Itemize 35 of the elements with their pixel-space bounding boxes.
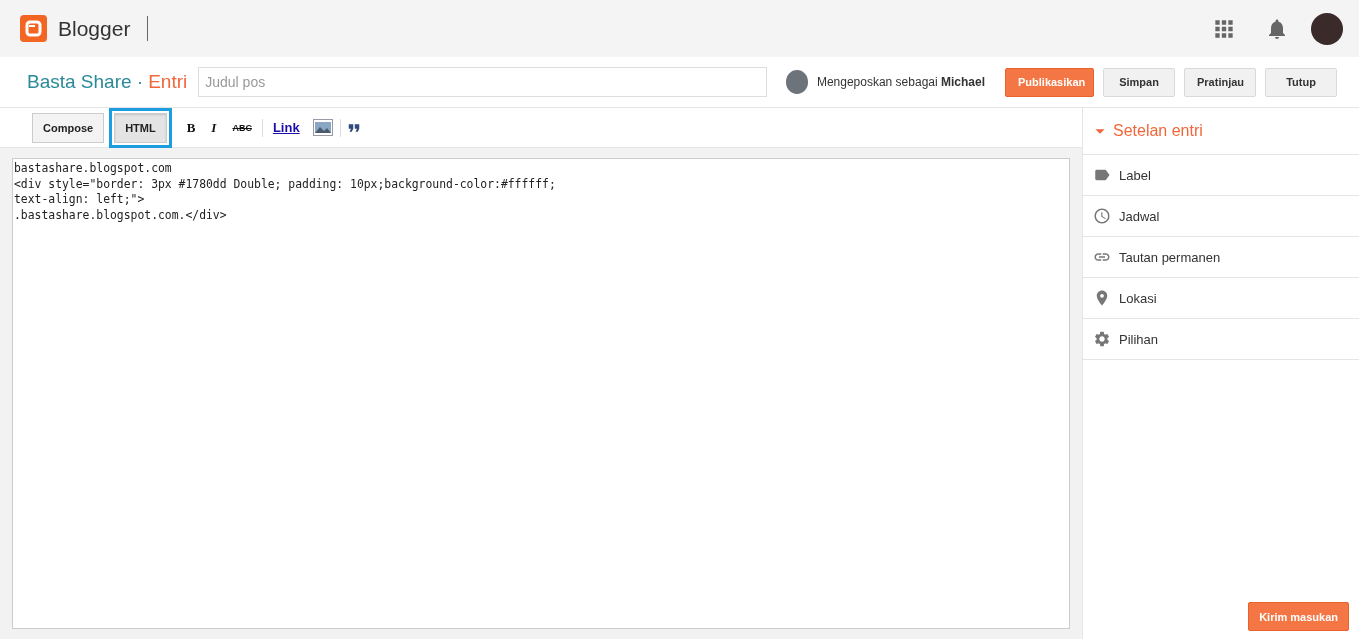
post-title-field[interactable]: Judul pos [198, 67, 767, 97]
code-line: text-align: left;"> [14, 192, 146, 208]
link-button[interactable]: Link [266, 120, 306, 135]
action-button[interactable]: Simpan [1103, 67, 1175, 97]
mode-tab[interactable]: HTML [114, 112, 167, 143]
code-line: .bastashare.blogspot.com.</div> [14, 207, 228, 223]
html-editor[interactable]: bastashare.blogspot.com <div style="border: 3px #1780dd Double; padding: 10px;background-color:#ffffff; text-align: left;"> .bastashare.blogspot.com.</div> [12, 158, 1070, 629]
clock-icon [1093, 207, 1111, 225]
blogger-logo-icon [20, 15, 47, 42]
mode-tab[interactable]: Compose [32, 112, 105, 143]
settings-item[interactable]: Tautan permanen [1083, 237, 1359, 278]
section-name: Entri [148, 71, 188, 93]
bold-button[interactable]: B [180, 119, 202, 136]
strikethrough-button[interactable]: ABC [226, 122, 258, 133]
settings-item-label: Jadwal [1119, 208, 1160, 224]
account-avatar[interactable] [1311, 12, 1343, 45]
settings-item-label: Pilihan [1119, 331, 1159, 347]
action-button[interactable]: Pratinjau [1184, 67, 1256, 97]
settings-item-label: Tautan permanen [1119, 249, 1221, 265]
settings-item[interactable]: Jadwal [1083, 196, 1359, 237]
settings-item[interactable]: Label [1083, 155, 1359, 196]
image-icon[interactable] [312, 119, 333, 136]
app-name: Blogger [58, 16, 131, 41]
gear-icon [1093, 330, 1111, 348]
settings-item-label: Lokasi [1119, 290, 1157, 306]
settings-item-label: Label [1119, 167, 1151, 183]
user-avatar [785, 70, 808, 94]
action-button[interactable]: Tutup [1265, 67, 1337, 97]
settings-item[interactable]: Pilihan [1083, 319, 1359, 360]
italic-button[interactable]: I [205, 119, 223, 136]
code-line: <div style="border: 3px #1780dd Double; padding: 10px;background-color:#ffffff; [14, 176, 557, 192]
blog-name: Basta Share · [27, 71, 144, 93]
code-line: bastashare.blogspot.com [14, 161, 173, 177]
posting-as-text: Mengeposkan sebagai Michael [816, 75, 985, 89]
settings-item[interactable]: Lokasi [1083, 278, 1359, 319]
